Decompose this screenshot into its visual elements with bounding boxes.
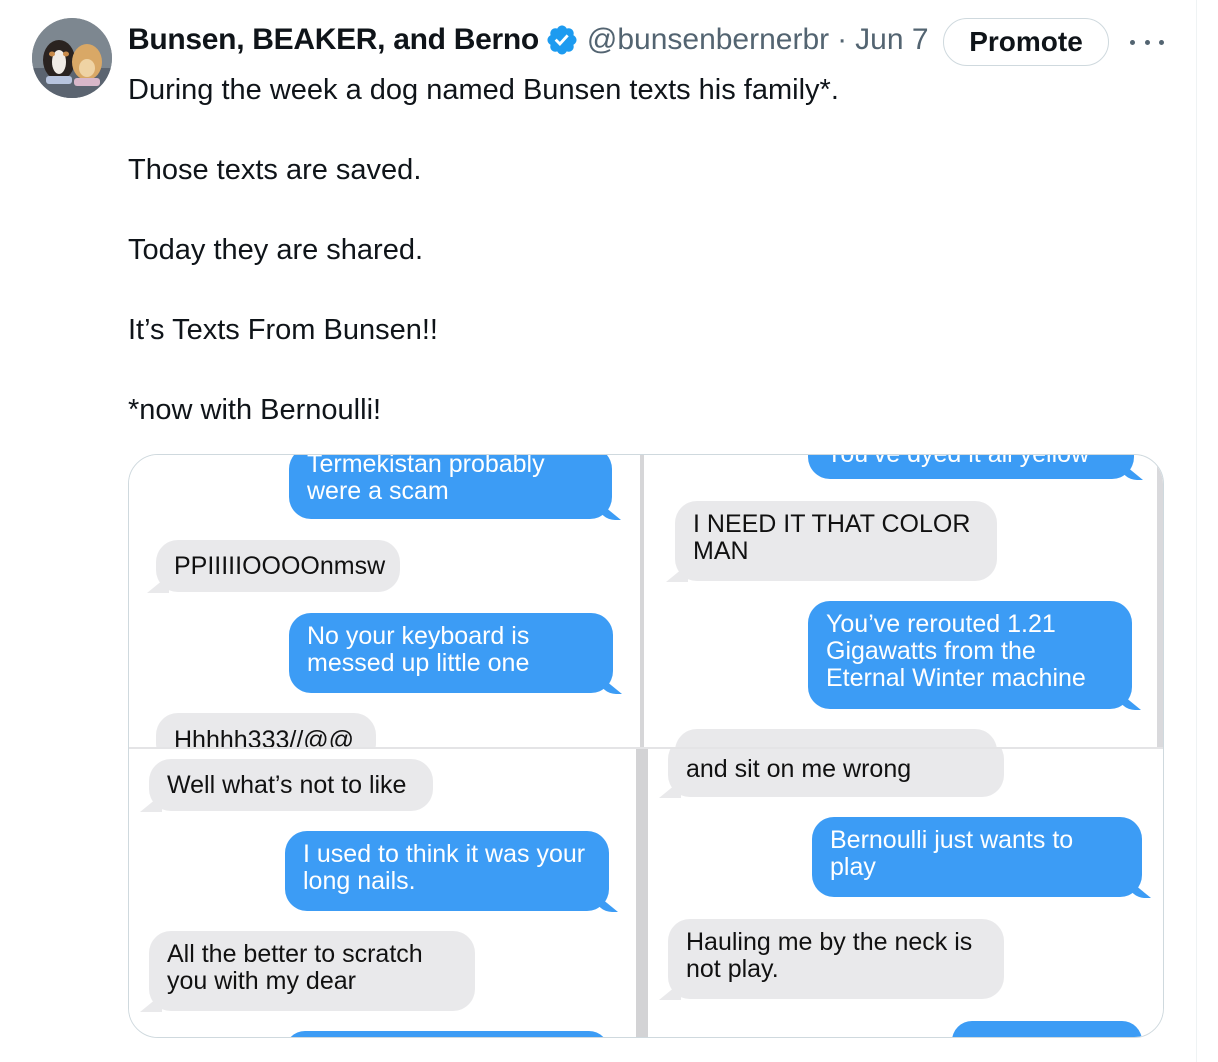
tweet-text-line: During the week a dog named Bunsen texts… [128,74,839,106]
image-divider [640,455,644,747]
tweet-text: During the week a dog named Bunsen texts… [128,70,1168,470]
message-bubble-received: and sit on me wrong [668,749,1004,797]
image-divider [129,747,1163,749]
avatar-dogs-image [32,18,112,98]
message-bubble-received: PPIIIIIOOOOnmsw [156,540,400,592]
message-bubble-sent: Bernoulli just wants to play [812,817,1142,897]
tweet-text-line: Today they are shared. [128,234,424,266]
tweet-media-grid: Termekistan probably were a scam PPIIIII… [128,454,1164,1038]
media-image-2[interactable]: You’ve dyed it all yellow I NEED IT THAT… [644,455,1163,747]
message-bubble-sent-cropped [285,1031,609,1037]
message-bubble-received: Hauling me by the neck is not play. [668,919,1004,999]
message-bubble-sent: Termekistan probably were a scam [289,455,612,519]
message-bubble-received: I NEED IT THAT COLOR MAN [675,501,997,581]
tweet-header: Bunsen, BEAKER, and Berno @bunsenbernerb… [128,18,929,62]
author-display-name[interactable]: Bunsen, BEAKER, and Berno [128,23,539,57]
more-options-icon[interactable] [1130,28,1164,56]
message-bubble-sent: No your keyboard is messed up little one [289,613,613,693]
media-image-1[interactable]: Termekistan probably were a scam PPIIIII… [129,455,640,747]
timeline-column-border [1196,0,1197,1062]
message-bubble-sent: You’ve dyed it all yellow [808,455,1134,479]
message-bubble-received: All the better to scratch you with my de… [149,931,475,1011]
verified-badge-icon[interactable] [545,23,579,57]
media-image-3[interactable]: Well what’s not to like I used to think … [129,749,636,1037]
message-bubble-received-cropped [675,729,997,747]
message-bubble-received: Well what’s not to like [149,759,433,811]
header-separator: · [837,23,848,56]
author-handle[interactable]: @bunsenbernerbr [587,23,829,57]
media-image-4[interactable]: and sit on me wrong Bernoulli just wants… [648,749,1163,1037]
promote-button[interactable]: Promote [943,18,1109,66]
tweet-date[interactable]: Jun 7 [855,23,928,57]
image-divider [636,749,648,1037]
message-bubble-sent: I used to think it was your long nails. [285,831,609,911]
message-bubble-sent-cropped [952,1021,1142,1037]
tweet-text-line: Those texts are saved. [128,154,422,186]
message-bubble-sent: You’ve rerouted 1.21 Gigawatts from the … [808,601,1132,709]
tweet-text-line: It’s Texts From Bunsen!! [128,314,438,346]
author-avatar[interactable] [32,18,112,98]
message-bubble-received: Hhhhh333//@@ [156,713,376,747]
image-scrollbar [1157,455,1163,747]
